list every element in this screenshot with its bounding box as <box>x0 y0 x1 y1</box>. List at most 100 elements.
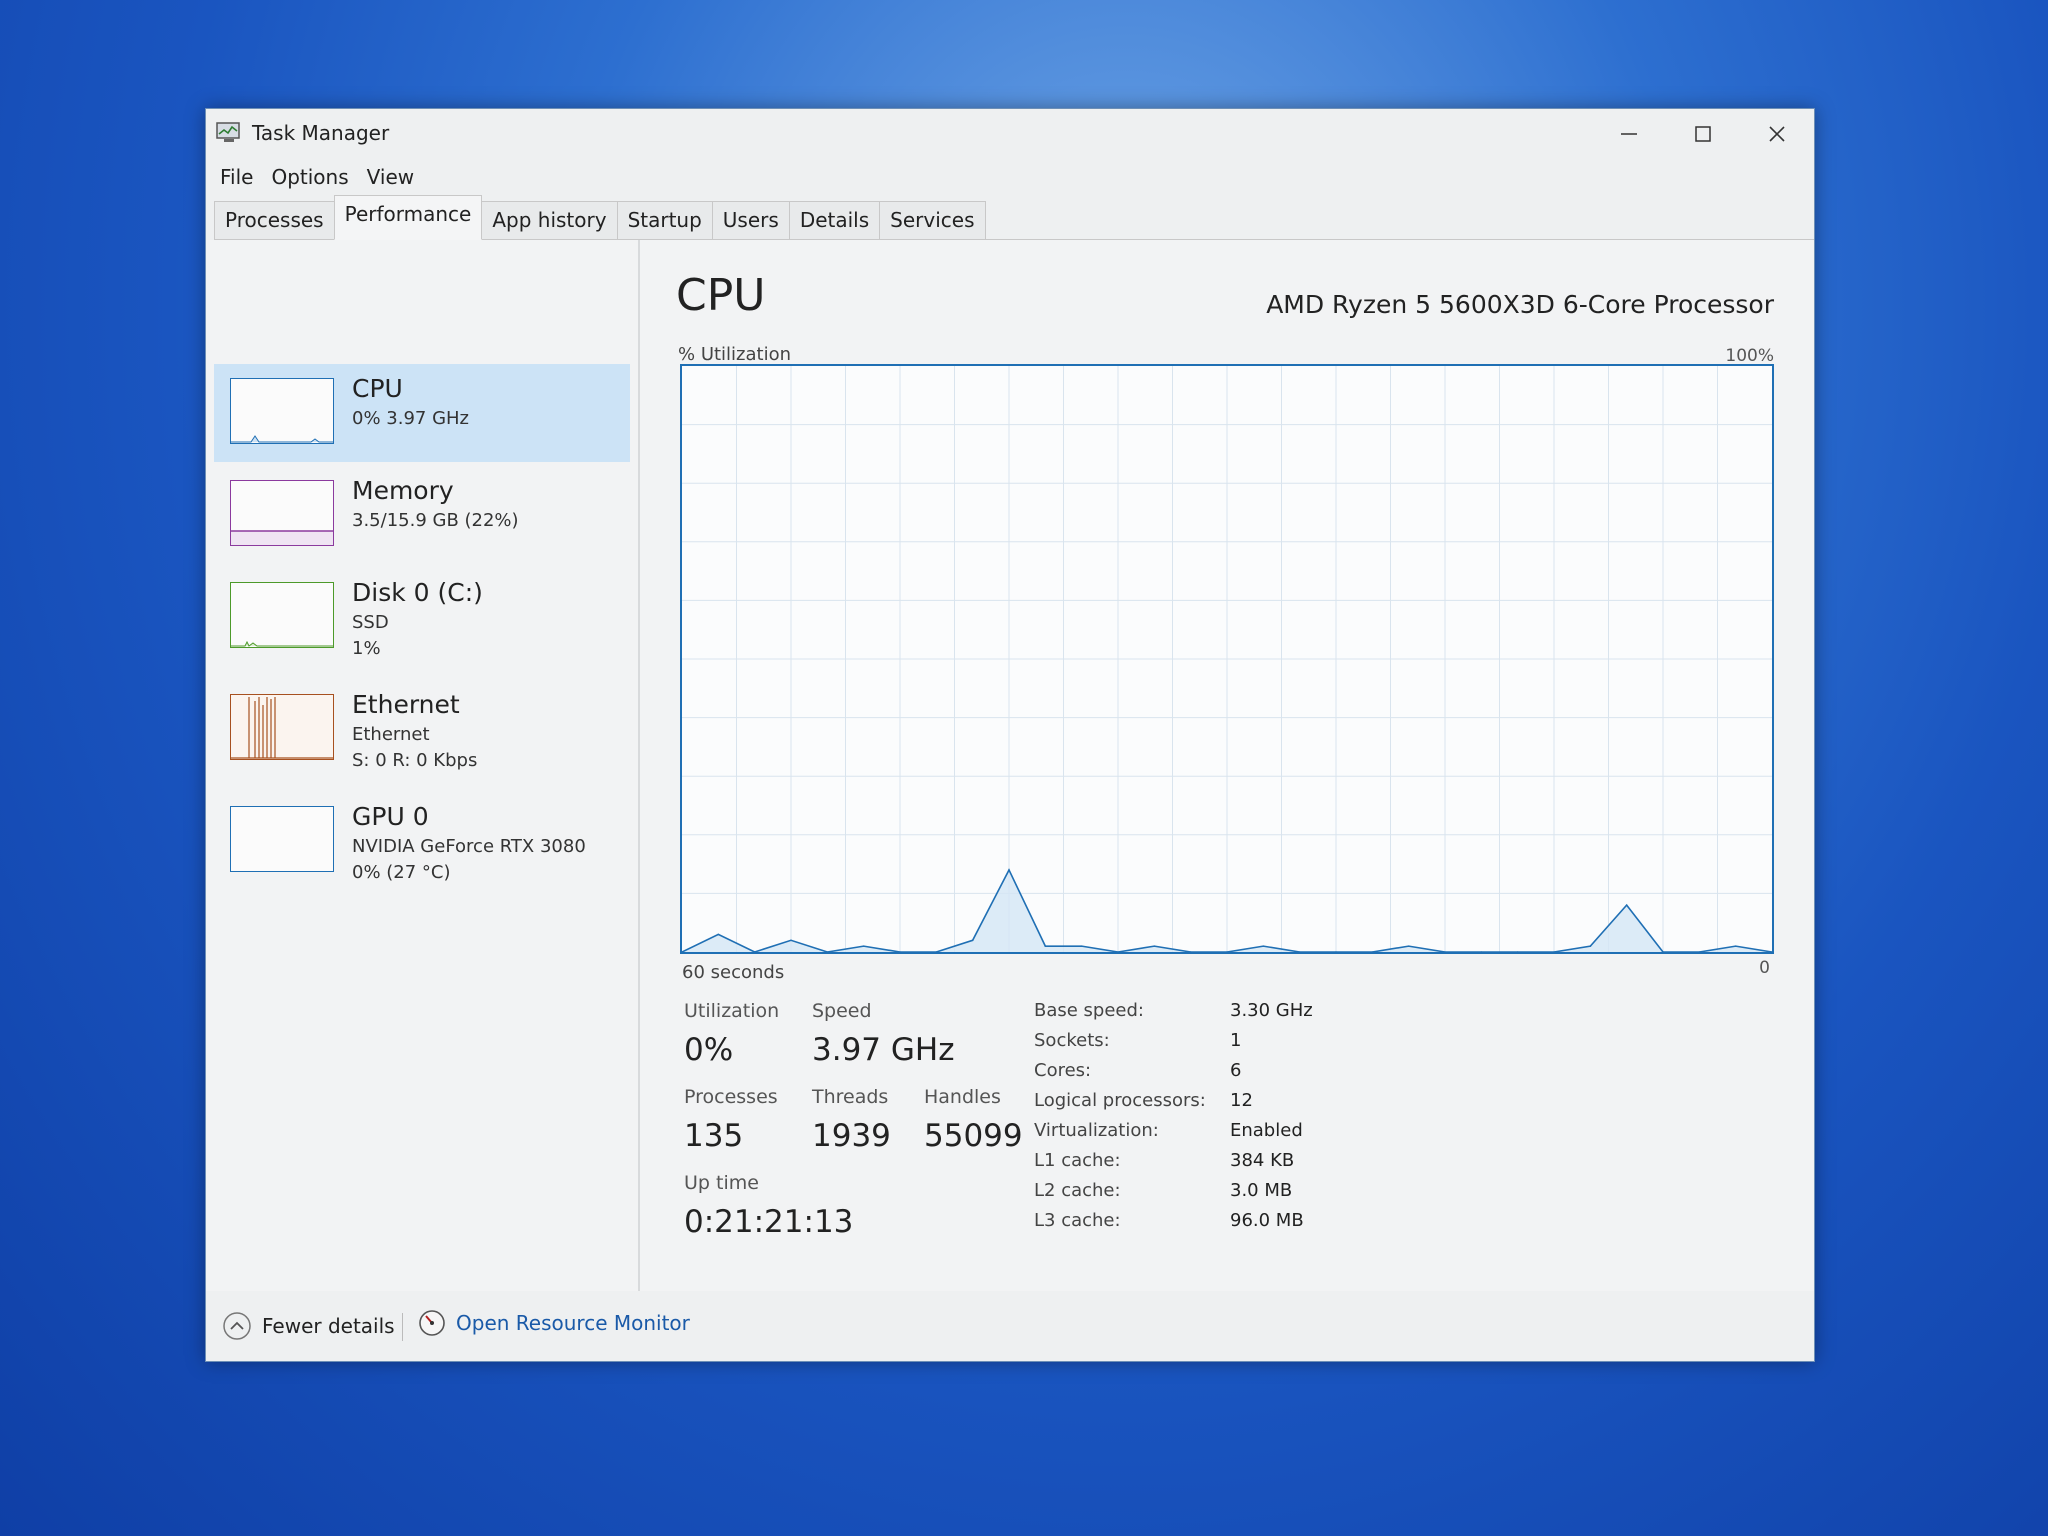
l2-cache-value: 3.0 MB <box>1230 1180 1293 1201</box>
sidebar-divider[interactable] <box>638 240 640 1291</box>
minimize-icon <box>1621 133 1637 135</box>
cpu-data-point <box>862 945 865 947</box>
sidebar-ethernet-adapter: Ethernet <box>352 724 430 745</box>
sidebar-ethernet-throughput: S: 0 R: 0 Kbps <box>352 750 478 771</box>
cpu-data-point <box>971 939 974 942</box>
menu-view[interactable]: View <box>361 161 426 193</box>
menu-options[interactable]: Options <box>265 161 360 193</box>
cpu-data-point <box>1262 945 1265 947</box>
processor-name: AMD Ryzen 5 5600X3D 6-Core Processor <box>1266 290 1774 319</box>
time-span-label: 60 seconds <box>682 962 785 983</box>
sidebar-item-ethernet[interactable]: Ethernet Ethernet S: 0 R: 0 Kbps <box>214 680 630 778</box>
tab-bar: Processes Performance App history Startu… <box>214 195 1814 240</box>
maximize-icon <box>1695 126 1711 142</box>
tab-performance[interactable]: Performance <box>333 195 483 240</box>
virtualization-value: Enabled <box>1230 1120 1303 1141</box>
sidebar-item-cpu[interactable]: CPU 0% 3.97 GHz <box>214 364 630 462</box>
memory-mini-chart <box>231 530 333 545</box>
sockets-label: Sockets: <box>1034 1030 1110 1051</box>
sidebar-memory-stats: 3.5/15.9 GB (22%) <box>352 510 519 531</box>
sidebar-cpu-stats: 0% 3.97 GHz <box>352 408 470 429</box>
utilization-value: 0% <box>684 1032 734 1068</box>
uptime-value: 0:21:21:13 <box>684 1204 854 1240</box>
sidebar-cpu-name: CPU <box>352 374 403 403</box>
l1-cache-label: L1 cache: <box>1034 1150 1121 1171</box>
tab-details[interactable]: Details <box>788 201 881 239</box>
max-scale-label: 100% <box>1725 346 1774 366</box>
handles-label: Handles <box>924 1086 1001 1108</box>
title-bar: Task Manager <box>206 109 1814 157</box>
sidebar-item-disk[interactable]: Disk 0 (C:) SSD 1% <box>214 568 630 666</box>
disk-mini-chart <box>231 640 333 647</box>
utilization-axis-label: % Utilization <box>678 344 792 365</box>
sidebar-item-gpu[interactable]: GPU 0 NVIDIA GeForce RTX 3080 0% (27 °C) <box>214 792 630 890</box>
resource-sidebar: CPU 0% 3.97 GHz Memory 3.5/15.9 GB (22%)… <box>208 240 640 1291</box>
cpu-utilization-chart <box>681 366 1773 953</box>
virtualization-label: Virtualization: <box>1034 1120 1159 1141</box>
sidebar-disk-type: SSD <box>352 612 389 633</box>
tab-users[interactable]: Users <box>711 201 790 239</box>
sidebar-gpu-name: GPU 0 <box>352 802 429 831</box>
close-button[interactable] <box>1742 115 1812 153</box>
sockets-value: 1 <box>1230 1030 1242 1051</box>
footer-bar: Fewer details Open Resource Monitor <box>206 1291 1814 1361</box>
l3-cache-value: 96.0 MB <box>1230 1210 1304 1231</box>
footer-separator <box>402 1313 403 1341</box>
utilization-label: Utilization <box>684 1000 780 1022</box>
sidebar-ethernet-name: Ethernet <box>352 690 460 719</box>
tab-app-history[interactable]: App history <box>481 201 618 239</box>
logical-processors-label: Logical processors: <box>1034 1090 1206 1111</box>
cpu-utilization-graph <box>680 364 1774 954</box>
gpu-thumbnail-graph <box>230 806 334 872</box>
maximize-button[interactable] <box>1668 115 1738 153</box>
tab-services[interactable]: Services <box>879 201 986 239</box>
l2-cache-label: L2 cache: <box>1034 1180 1121 1201</box>
open-resource-monitor-link[interactable]: Open Resource Monitor <box>418 1309 690 1337</box>
processes-label: Processes <box>684 1086 778 1108</box>
handles-value: 55099 <box>924 1118 1023 1154</box>
logical-processors-value: 12 <box>1230 1090 1253 1111</box>
cpu-mini-chart <box>231 435 333 443</box>
menu-file[interactable]: File <box>214 161 265 193</box>
cpu-thumbnail-graph <box>230 378 334 444</box>
memory-thumbnail-graph <box>230 480 334 546</box>
window-title: Task Manager <box>252 121 390 145</box>
cpu-data-point <box>1407 945 1410 947</box>
tab-startup[interactable]: Startup <box>616 201 713 239</box>
cores-label: Cores: <box>1034 1060 1092 1081</box>
base-speed-value: 3.30 GHz <box>1230 1000 1313 1021</box>
processes-value: 135 <box>684 1118 744 1154</box>
ethernet-mini-chart <box>231 695 333 759</box>
sidebar-disk-name: Disk 0 (C:) <box>352 578 483 607</box>
sidebar-gpu-stats: 0% (27 °C) <box>352 862 451 883</box>
sidebar-gpu-model: NVIDIA GeForce RTX 3080 <box>352 836 586 857</box>
cpu-data-point <box>1589 945 1592 947</box>
min-scale-label: 0 <box>1759 958 1770 978</box>
chevron-up-circle-icon <box>223 1312 251 1340</box>
page-title: CPU <box>676 270 766 321</box>
cpu-data-point <box>1153 945 1156 947</box>
cpu-data-point <box>1734 945 1737 947</box>
cpu-data-point <box>790 939 792 942</box>
cpu-data-point <box>1625 904 1628 906</box>
performance-content: CPU 0% 3.97 GHz Memory 3.5/15.9 GB (22%)… <box>206 240 1814 1291</box>
cpu-data-point <box>717 933 720 936</box>
threads-label: Threads <box>812 1086 889 1108</box>
cpu-data-point <box>1080 945 1083 947</box>
resource-monitor-icon <box>419 1310 445 1336</box>
disk-thumbnail-graph <box>230 582 334 648</box>
fewer-details-label: Fewer details <box>262 1314 395 1338</box>
fewer-details-button[interactable]: Fewer details <box>222 1311 395 1341</box>
speed-label: Speed <box>812 1000 872 1022</box>
speed-value: 3.97 GHz <box>812 1032 955 1068</box>
cpu-detail-panel: CPU AMD Ryzen 5 5600X3D 6-Core Processor… <box>676 240 1814 1291</box>
sidebar-item-memory[interactable]: Memory 3.5/15.9 GB (22%) <box>214 466 630 564</box>
threads-value: 1939 <box>812 1118 891 1154</box>
base-speed-label: Base speed: <box>1034 1000 1144 1021</box>
l3-cache-label: L3 cache: <box>1034 1210 1121 1231</box>
cores-value: 6 <box>1230 1060 1242 1081</box>
cpu-data-point <box>1008 869 1010 871</box>
menu-bar: File Options View <box>214 161 426 193</box>
tab-processes[interactable]: Processes <box>214 201 335 239</box>
minimize-button[interactable] <box>1594 115 1664 153</box>
